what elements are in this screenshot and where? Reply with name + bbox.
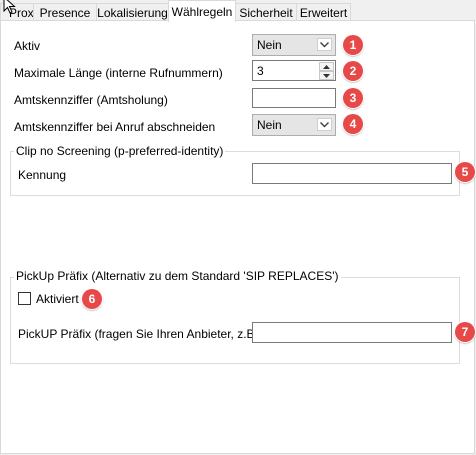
pickup-praefix-input[interactable] [252, 322, 452, 343]
abschneiden-label: Amtskennziffer bei Anruf abschneiden [14, 120, 216, 134]
clip-no-screening-legend: Clip no Screening (p-preferred-identity) [14, 144, 226, 158]
max-laenge-value: 3 [257, 64, 264, 78]
max-laenge-stepper[interactable]: 3 [252, 60, 336, 81]
annotation-badge-7: 7 [455, 322, 475, 342]
aktiv-select-value: Nein [257, 38, 282, 52]
annotation-badge-4: 4 [343, 114, 363, 134]
amtskennziffer-label: Amtskennziffer (Amtsholung) [14, 93, 168, 107]
tab-strip: Proxy Presence Lokalisierung Wählregeln … [0, 0, 476, 22]
annotation-badge-6: 6 [82, 289, 102, 309]
tab-waehlregeln[interactable]: Wählregeln [168, 0, 236, 22]
mouse-pointer-icon [3, 0, 16, 14]
annotation-badge-2: 2 [343, 61, 363, 81]
kennung-input[interactable] [252, 163, 452, 184]
tab-erweitert[interactable]: Erweitert [296, 3, 351, 20]
aktiviert-checkbox[interactable] [18, 292, 31, 305]
aktiviert-label: Aktiviert [36, 292, 79, 306]
kennung-label: Kennung [18, 168, 67, 182]
chevron-down-icon[interactable] [317, 38, 332, 51]
tab-presence[interactable]: Presence [33, 3, 97, 20]
abschneiden-select[interactable]: Nein [252, 114, 336, 136]
caret-up-icon [323, 64, 330, 69]
tab-lokalisierung[interactable]: Lokalisierung [96, 3, 169, 20]
amtskennziffer-input[interactable] [252, 88, 336, 108]
pickup-praefix-label: PickUP Präfix (fragen Sie Ihren Anbieter… [18, 327, 270, 341]
caret-down-icon [323, 73, 330, 78]
annotation-badge-1: 1 [343, 35, 363, 55]
tab-sicherheit[interactable]: Sicherheit [235, 3, 297, 20]
spin-up-button[interactable] [319, 62, 334, 71]
pickup-legend: PickUp Präfix (Alternativ zu dem Standar… [14, 269, 341, 283]
aktiv-label: Aktiv [14, 39, 41, 53]
annotation-badge-3: 3 [343, 88, 363, 108]
spin-down-button[interactable] [319, 71, 334, 80]
max-laenge-label: Maximale Länge (interne Rufnummern) [14, 66, 223, 80]
tab-panel [0, 20, 475, 454]
abschneiden-select-value: Nein [257, 118, 282, 132]
annotation-badge-5: 5 [455, 162, 475, 182]
chevron-down-icon[interactable] [317, 118, 332, 131]
aktiv-select[interactable]: Nein [252, 34, 336, 56]
pickup-group [10, 277, 460, 364]
